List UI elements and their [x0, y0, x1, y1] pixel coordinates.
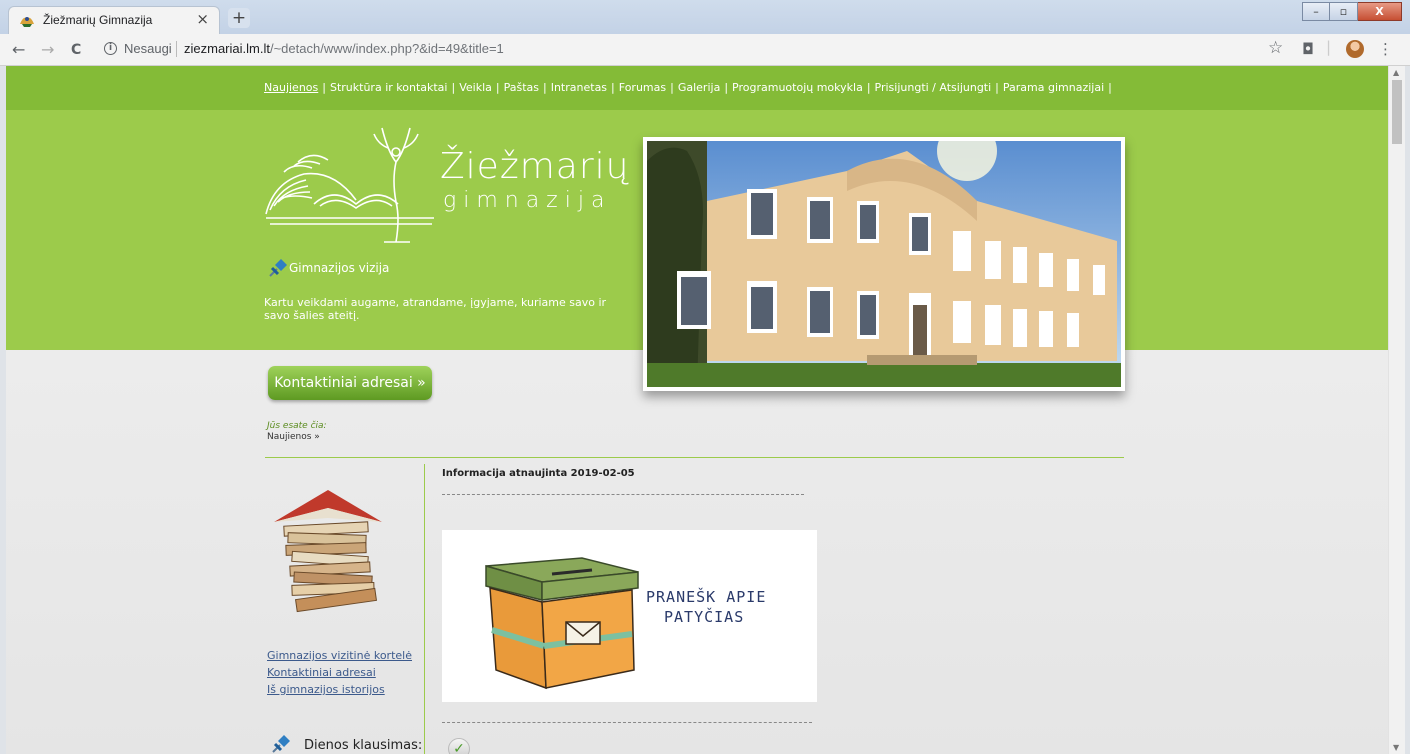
scroll-thumb[interactable]: [1392, 80, 1402, 144]
address-bar[interactable]: i Nesaugi ziezmariai.lm.lt/~detach/www/i…: [96, 38, 1256, 62]
contacts-button[interactable]: Kontaktiniai adresai »: [268, 366, 432, 400]
scroll-up-icon[interactable]: ▲: [1393, 68, 1399, 77]
books-stack-image: [274, 490, 382, 613]
checkmark-icon[interactable]: ✓: [448, 738, 470, 754]
sidebar-divider: [424, 464, 425, 754]
toolbar-divider: |: [1326, 38, 1332, 56]
browser-toolbar: ← → C i Nesaugi ziezmariai.lm.lt/~detach…: [0, 34, 1410, 66]
scroll-down-icon[interactable]: ▼: [1393, 743, 1399, 752]
top-nav-links: Naujienos | Struktūra ir kontaktai | Veikla |…: [264, 81, 1116, 94]
school-building-image: [647, 141, 1121, 387]
nav-separator: |: [611, 81, 615, 94]
close-window-button[interactable]: X: [1358, 2, 1402, 21]
browser-titlebar: Žiežmarių Gimnazija × + – ▫ X: [0, 0, 1410, 34]
nav-link-6[interactable]: Galerija: [678, 81, 720, 94]
nav-separator: |: [866, 81, 871, 94]
nav-separator: |: [995, 81, 999, 94]
back-arrow-icon[interactable]: ←: [12, 40, 25, 59]
nav-link-2[interactable]: Veikla: [459, 81, 492, 94]
nav-separator: |: [543, 81, 547, 94]
nav-link-7[interactable]: Programuotojų mokykla: [732, 81, 863, 94]
vision-text: Kartu veikdami augame, atrandame, įgyjam…: [264, 296, 607, 322]
nav-separator: |: [451, 81, 456, 94]
url-host: ziezmariai.lm.lt: [184, 41, 270, 56]
logo-title: Žiežmarių: [440, 146, 630, 187]
daily-question-title: Dienos klausimas:: [304, 738, 423, 753]
bullying-report-banner[interactable]: PRANEŠK APIE PATYČIAS: [442, 530, 817, 702]
minimize-button[interactable]: –: [1302, 2, 1330, 21]
forward-arrow-icon[interactable]: →: [41, 40, 54, 59]
ballot-box-icon: [485, 557, 639, 690]
vision-title: Gimnazijos vizija: [289, 261, 390, 275]
omnibox-divider: [176, 41, 177, 57]
dashed-divider: [442, 494, 804, 495]
update-date: Informacija atnaujinta 2019-02-05: [442, 468, 635, 479]
school-logo-icon: [265, 127, 434, 243]
nav-separator: |: [670, 81, 674, 94]
banner-line-2: PATYČIAS: [664, 608, 745, 626]
menu-dots-icon[interactable]: ⋮: [1378, 40, 1393, 58]
pushpin-icon: [269, 259, 287, 277]
logo-subtitle: gimnazija: [443, 188, 612, 213]
page-scrollbar[interactable]: ▲ ▼: [1388, 66, 1405, 754]
profile-avatar[interactable]: [1346, 40, 1364, 58]
info-icon[interactable]: i: [104, 42, 117, 55]
insecure-label: Nesaugi: [124, 41, 172, 56]
top-navigation: Naujienos | Struktūra ir kontaktai | Veikla |…: [6, 66, 1388, 110]
new-tab-button[interactable]: +: [228, 8, 250, 28]
nav-link-4[interactable]: Intranetas: [551, 81, 607, 94]
breadcrumb[interactable]: Naujienos »: [267, 432, 320, 442]
browser-tab[interactable]: Žiežmarių Gimnazija ×: [8, 6, 220, 34]
bookmark-star-icon[interactable]: ☆: [1268, 38, 1283, 58]
question-pushpin-icon: [272, 735, 290, 753]
nav-link-0[interactable]: Naujienos: [264, 81, 318, 94]
banner-line-1: PRANEŠK APIE: [646, 588, 767, 606]
nav-link-9[interactable]: Parama gimnazijai: [1003, 81, 1104, 94]
page-viewport: Naujienos | Struktūra ir kontaktai | Veikla |…: [6, 66, 1388, 754]
dashed-divider-2: [442, 722, 812, 723]
camera-icon[interactable]: ◘: [1302, 40, 1314, 58]
window-controls: – ▫ X: [1302, 2, 1402, 21]
school-photo: [643, 137, 1125, 391]
nav-separator: |: [495, 81, 500, 94]
nav-separator: |: [1108, 81, 1112, 94]
site-favicon-icon: [20, 17, 34, 27]
nav-link-3[interactable]: Paštas: [504, 81, 539, 94]
divider: [265, 457, 1124, 458]
breadcrumb-label: Jūs esate čia:: [267, 421, 327, 431]
sidebar-link-business-card[interactable]: Gimnazijos vizitinė kortelė: [267, 647, 412, 664]
nav-separator: |: [724, 81, 729, 94]
nav-link-1[interactable]: Struktūra ir kontaktai: [330, 81, 448, 94]
sidebar-link-contacts[interactable]: Kontaktiniai adresai: [267, 664, 412, 681]
reload-icon[interactable]: C: [71, 42, 81, 58]
sidebar-links: Gimnazijos vizitinė kortelė Kontaktiniai…: [267, 647, 412, 698]
url-text[interactable]: ziezmariai.lm.lt/~detach/www/index.php?&…: [184, 41, 504, 56]
nav-link-5[interactable]: Forumas: [619, 81, 666, 94]
tab-title: Žiežmarių Gimnazija: [43, 13, 153, 27]
nav-link-8[interactable]: Prisijungti / Atsijungti: [875, 81, 992, 94]
sidebar-link-history[interactable]: Iš gimnazijos istorijos: [267, 681, 412, 698]
nav-separator: |: [322, 81, 326, 94]
close-tab-icon[interactable]: ×: [196, 10, 209, 28]
url-path: /~detach/www/index.php?&id=49&title=1: [269, 41, 504, 56]
maximize-button[interactable]: ▫: [1330, 2, 1358, 21]
